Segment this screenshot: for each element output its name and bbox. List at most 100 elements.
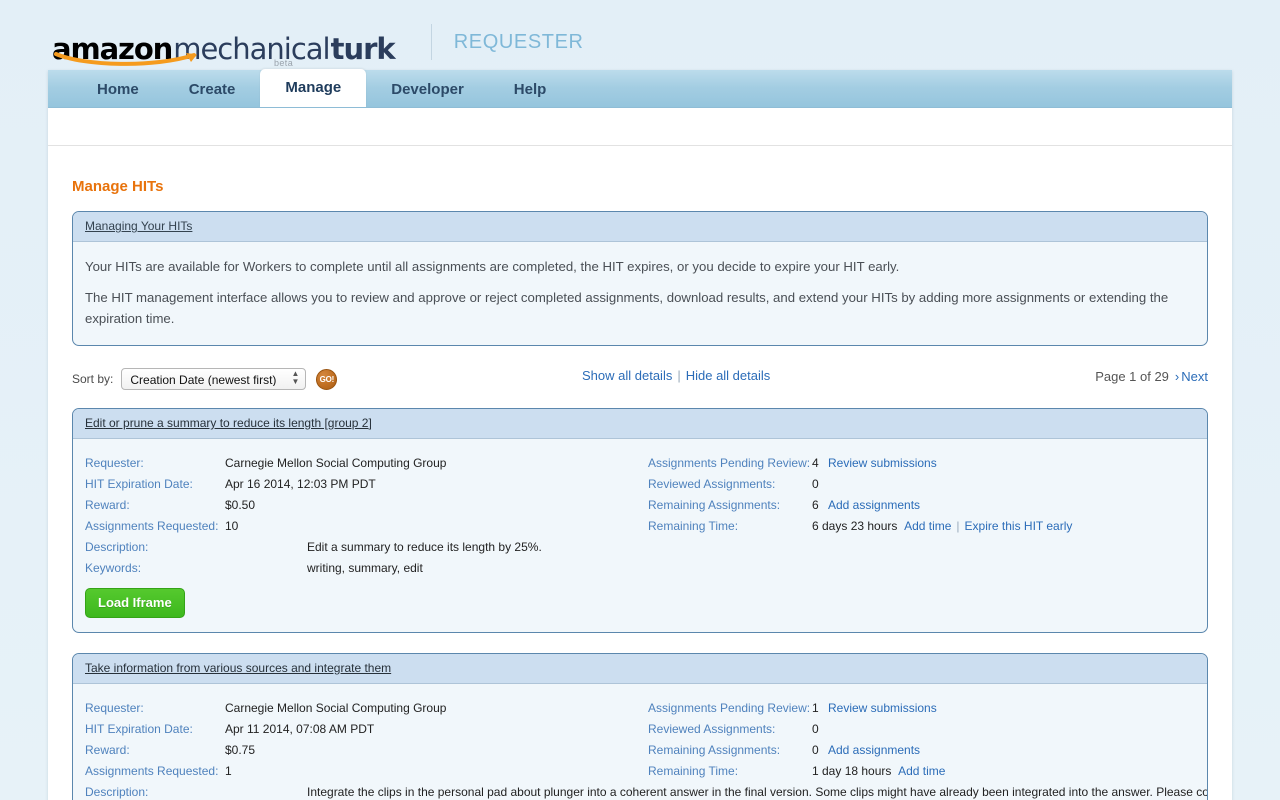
table-row: Requester: Carnegie Mellon Social Comput… — [85, 453, 640, 474]
sort-by-select[interactable]: Creation Date (newest first) — [121, 368, 307, 390]
table-row: Keywords: writing, summary, edit — [85, 558, 640, 579]
assignments-pending-review-value: 1 Review submissions — [812, 698, 937, 719]
list-toolbar: Sort by: Creation Date (newest first) ▲ ▼… — [72, 366, 1208, 392]
table-row: Remaining Time: 1 day 18 hours Add time — [648, 761, 1195, 782]
managing-your-hits-panel: Managing Your HITs Your HITs are availab… — [72, 211, 1208, 346]
reviewed-assignments-label: Reviewed Assignments: — [648, 722, 776, 736]
content-area: Manage HITs Managing Your HITs Your HITs… — [48, 146, 1232, 800]
table-row: Remaining Time: 6 days 23 hours Add time… — [648, 516, 1195, 537]
table-row: Assignments Pending Review: 4 Review subm… — [648, 453, 1195, 474]
hide-all-details-link[interactable]: Hide all details — [686, 368, 771, 383]
remaining-assignments-value: 0 Add assignments — [812, 740, 920, 761]
table-row: Reward: $0.50 — [85, 495, 640, 516]
table-row: Reviewed Assignments: 0 — [648, 719, 1195, 740]
actions-separator: | — [956, 519, 960, 533]
table-row: Assignments Requested: 1 — [85, 761, 640, 782]
add-assignments-link[interactable]: Add assignments — [828, 743, 920, 757]
amazon-mechanical-turk-logo[interactable]: amazon mechanical turk beta — [52, 20, 396, 69]
hit-details-right-column: Assignments Pending Review: 1 Review subm… — [640, 698, 1195, 800]
reward-label: Reward: — [85, 498, 130, 512]
remaining-assignments-count: 6 — [812, 498, 819, 512]
hit-title-link[interactable]: Edit or prune a summary to reduce its le… — [85, 416, 372, 430]
show-all-details-link[interactable]: Show all details — [582, 368, 672, 383]
table-row: HIT Expiration Date: Apr 16 2014, 12:03 … — [85, 474, 640, 495]
tab-home[interactable]: Home — [72, 73, 164, 107]
remaining-assignments-label: Remaining Assignments: — [648, 743, 781, 757]
description-label: Description: — [85, 540, 149, 554]
remaining-time-label: Remaining Time: — [648, 519, 739, 533]
remaining-time-value: 6 days 23 hours Add time | Expire this HIT… — [812, 516, 1072, 537]
add-time-link[interactable]: Add time — [898, 764, 945, 778]
remaining-time-text: 6 days 23 hours — [812, 519, 898, 533]
hit-details-right-column: Assignments Pending Review: 4 Review subm… — [640, 453, 1195, 579]
hit-detail-columns: Requester: Carnegie Mellon Social Comput… — [85, 453, 1195, 579]
remaining-assignments-count: 0 — [812, 743, 819, 757]
page-status-text: Page 1 of 29 — [1095, 369, 1169, 384]
requester-value: Carnegie Mellon Social Computing Group — [225, 456, 447, 470]
assignments-requested-value: 10 — [225, 519, 239, 533]
masthead: amazon mechanical turk beta REQUESTER — [0, 0, 1280, 70]
keywords-label: Keywords: — [85, 561, 142, 575]
keywords-value: writing, summary, edit — [307, 561, 423, 575]
details-toggle-links: Show all details | Hide all details — [582, 368, 770, 383]
hit-title-link[interactable]: Take information from various sources an… — [85, 661, 391, 675]
load-iframe-button[interactable]: Load Iframe — [85, 588, 185, 618]
remaining-assignments-label: Remaining Assignments: — [648, 498, 781, 512]
assignments-pending-review-label: Assignments Pending Review: — [648, 701, 811, 715]
hit-card-body: Requester: Carnegie Mellon Social Comput… — [73, 684, 1207, 800]
hit-detail-columns: Requester: Carnegie Mellon Social Comput… — [85, 698, 1207, 800]
tab-manage[interactable]: Manage — [260, 69, 367, 107]
main-navigation-tabs: Home Create Manage Developer Help — [48, 69, 1232, 108]
hit-expiration-date-value: Apr 11 2014, 07:08 AM PDT — [225, 722, 375, 736]
sub-navigation-bar — [48, 108, 1232, 146]
tab-help[interactable]: Help — [489, 73, 572, 107]
hit-card: Edit or prune a summary to reduce its le… — [72, 408, 1208, 633]
expire-hit-early-link[interactable]: Expire this HIT early — [965, 519, 1073, 533]
description-value: Edit a summary to reduce its length by 2… — [307, 540, 542, 554]
tab-developer[interactable]: Developer — [366, 73, 489, 107]
assignments-pending-review-value: 4 Review submissions — [812, 453, 937, 474]
table-row: Description: Edit a summary to reduce it… — [85, 537, 640, 558]
remaining-time-label: Remaining Time: — [648, 764, 739, 778]
requester-value: Carnegie Mellon Social Computing Group — [225, 701, 447, 715]
assignments-pending-review-label: Assignments Pending Review: — [648, 456, 811, 470]
pending-review-count: 4 — [812, 456, 819, 470]
table-row: Reviewed Assignments: 0 — [648, 474, 1195, 495]
requester-label: Requester: — [85, 701, 144, 715]
details-links-separator: | — [677, 368, 681, 383]
requester-label: REQUESTER — [453, 30, 584, 53]
table-row: Reward: $0.75 — [85, 740, 640, 761]
table-row: Assignments Pending Review: 1 Review subm… — [648, 698, 1195, 719]
table-row: Requester: Carnegie Mellon Social Comput… — [85, 698, 640, 719]
panel-header: Managing Your HITs — [73, 212, 1207, 242]
reviewed-assignments-value: 0 — [812, 477, 819, 491]
review-submissions-link[interactable]: Review submissions — [828, 456, 937, 470]
assignments-requested-label: Assignments Requested: — [85, 764, 219, 778]
chevron-right-icon: › — [1174, 369, 1180, 384]
pending-review-count: 1 — [812, 701, 819, 715]
add-assignments-link[interactable]: Add assignments — [828, 498, 920, 512]
go-button[interactable]: GO! — [316, 368, 338, 390]
table-row: HIT Expiration Date: Apr 11 2014, 07:08 … — [85, 719, 640, 740]
hit-expiration-date-label: HIT Expiration Date: — [85, 477, 193, 491]
review-submissions-link[interactable]: Review submissions — [828, 701, 937, 715]
managing-your-hits-link[interactable]: Managing Your HITs — [85, 219, 192, 233]
add-time-link[interactable]: Add time — [904, 519, 951, 533]
table-row: Assignments Requested: 10 — [85, 516, 640, 537]
description-label: Description: — [85, 785, 149, 799]
remaining-assignments-value: 6 Add assignments — [812, 495, 920, 516]
pagination: Page 1 of 29 › Next — [1095, 369, 1208, 384]
hit-expiration-date-value: Apr 16 2014, 12:03 PM PDT — [225, 477, 376, 491]
reviewed-assignments-label: Reviewed Assignments: — [648, 477, 776, 491]
page-container: Home Create Manage Developer Help Manage… — [48, 69, 1232, 800]
panel-body: Your HITs are available for Workers to c… — [73, 242, 1207, 345]
sort-select-wrapper: Creation Date (newest first) ▲ ▼ — [121, 368, 307, 390]
sort-by-label: Sort by: — [72, 372, 114, 386]
amazon-smile-icon — [54, 51, 202, 67]
info-paragraph-2: The HIT management interface allows you … — [85, 290, 1169, 326]
reward-value: $0.75 — [225, 743, 256, 757]
logo-turk-text: turk — [330, 32, 396, 66]
tab-create[interactable]: Create — [164, 73, 261, 107]
page-title: Manage HITs — [72, 178, 164, 195]
next-page-link[interactable]: Next — [1181, 369, 1208, 384]
